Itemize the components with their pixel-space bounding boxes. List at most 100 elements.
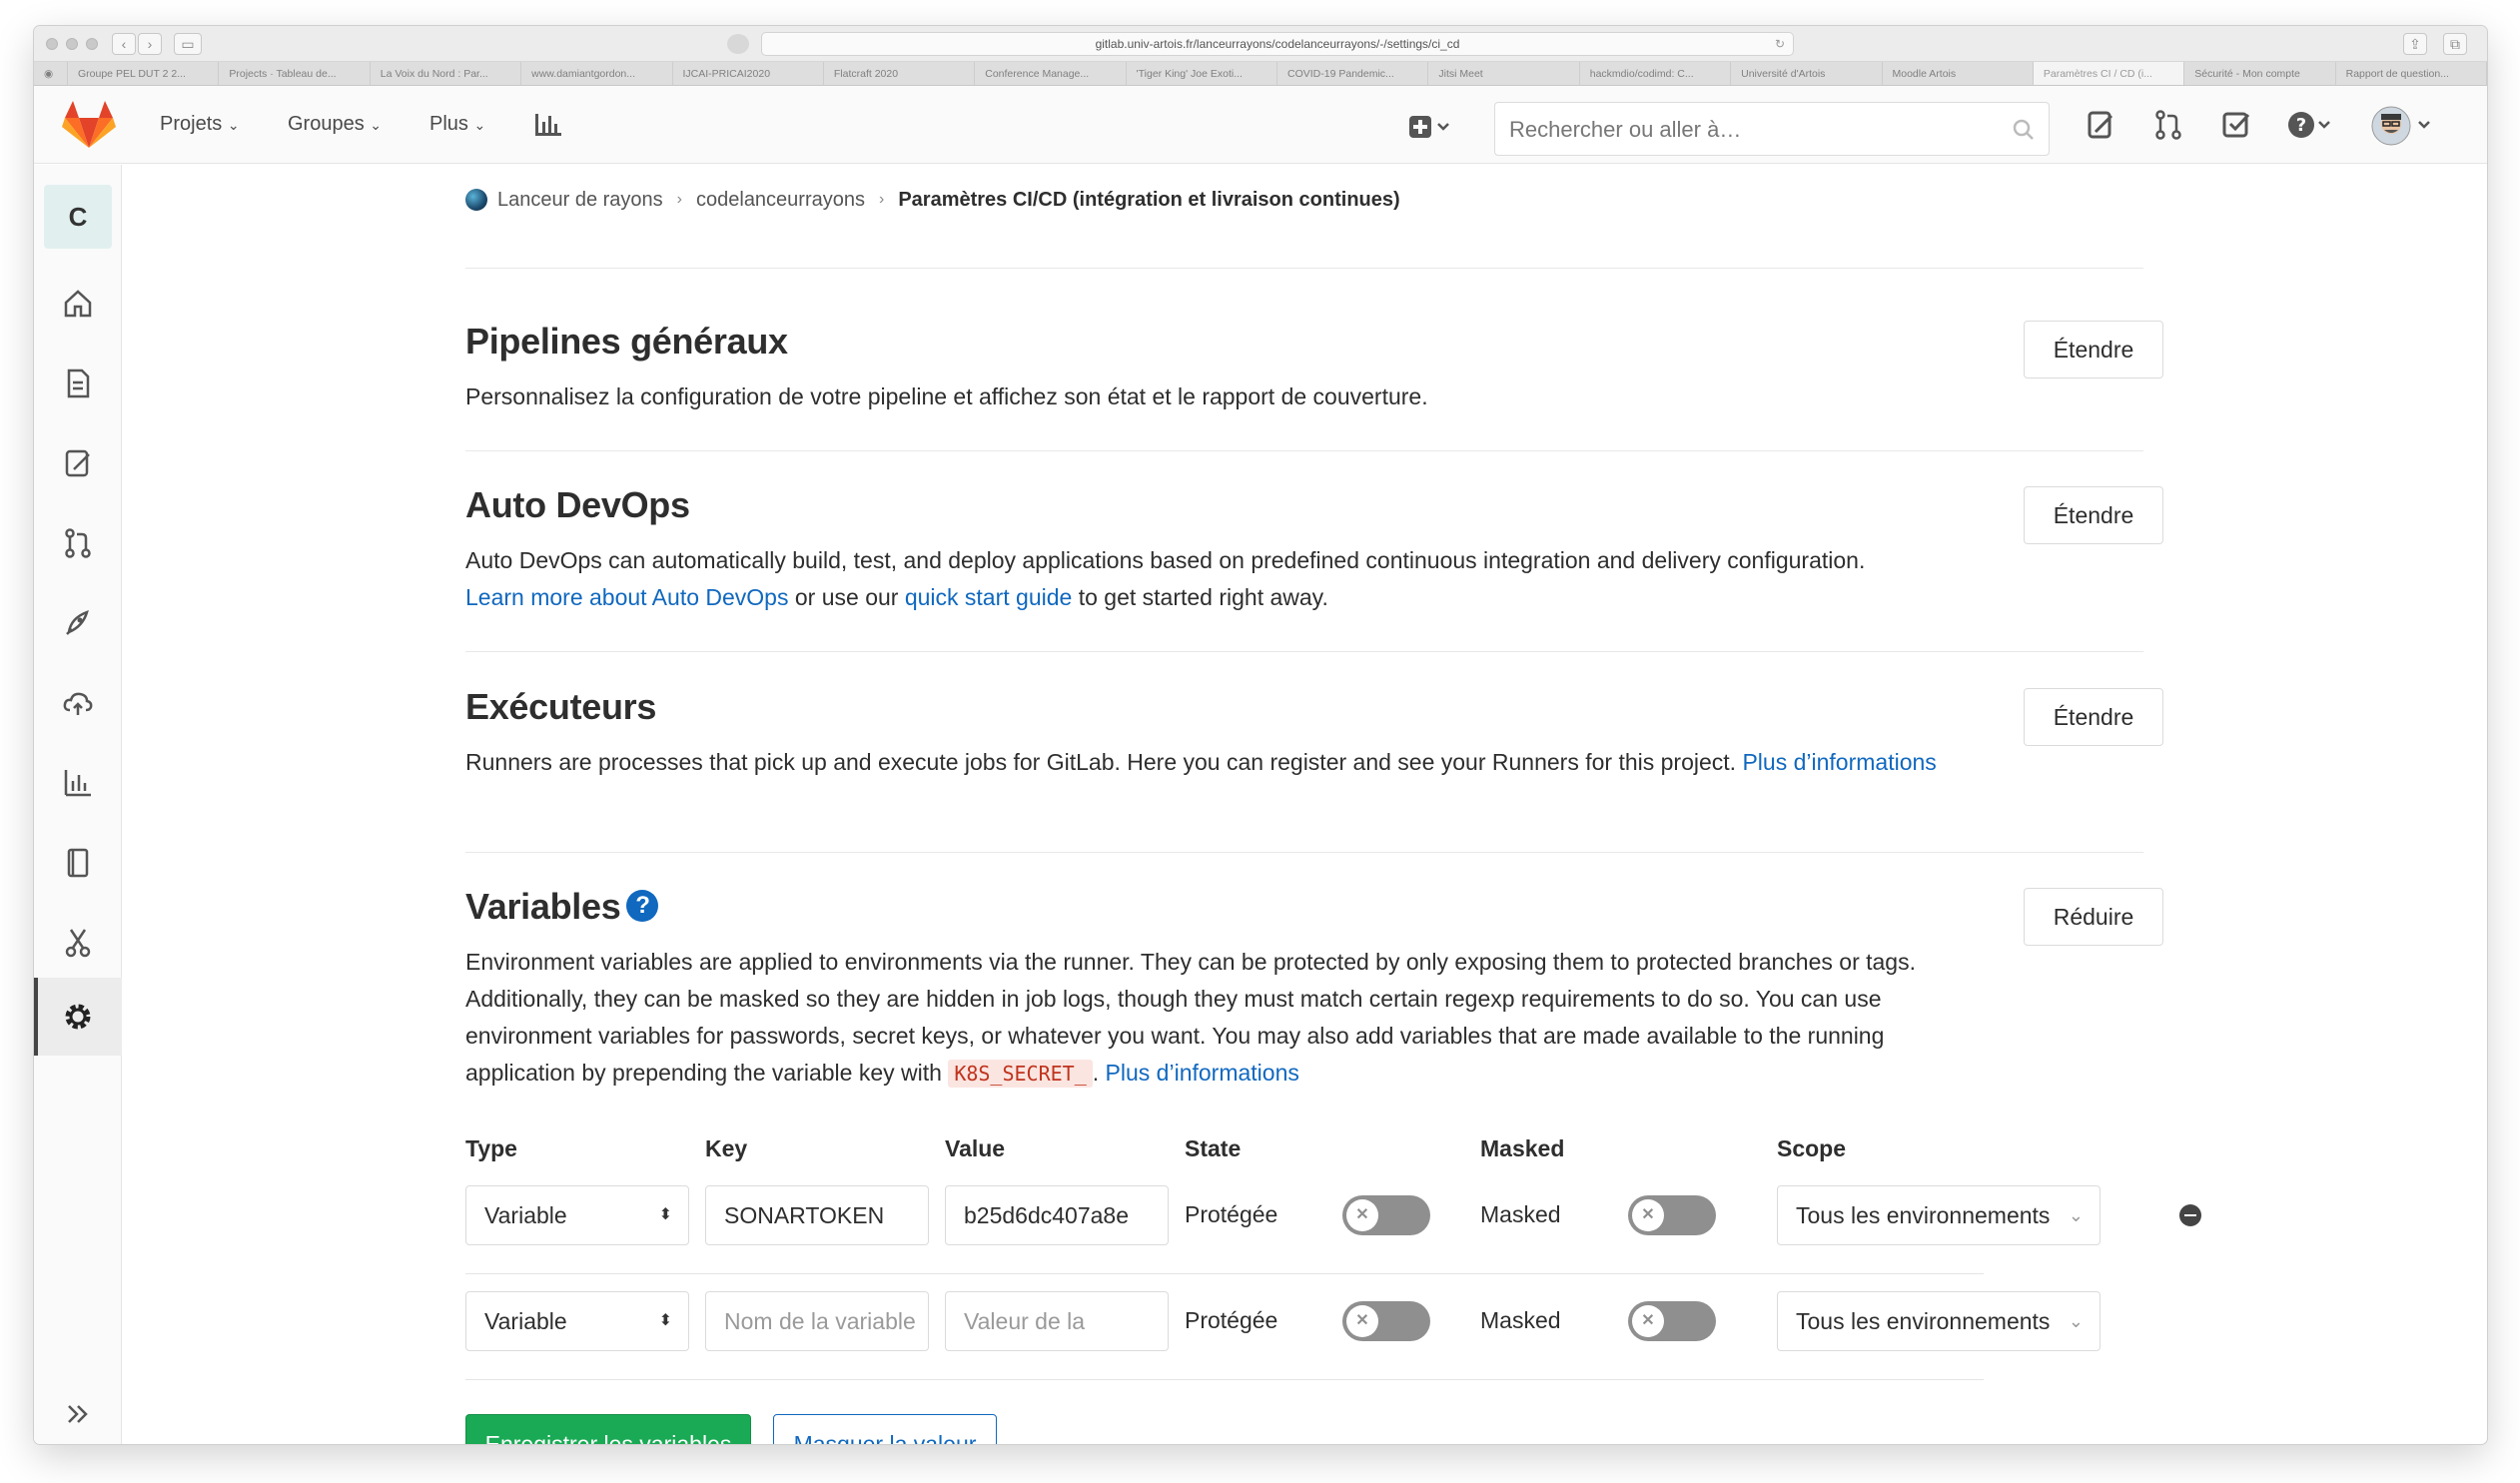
- browser-tab[interactable]: Conference Manage...: [975, 62, 1127, 85]
- variable-value-textarea[interactable]: b25d6dc407a8e: [945, 1185, 1169, 1245]
- tabs-overview-icon[interactable]: ⧉: [2443, 33, 2467, 55]
- collapse-sidebar-icon[interactable]: [61, 1397, 95, 1431]
- new-protected-toggle[interactable]: ✕: [1342, 1301, 1430, 1341]
- wiki-book-icon[interactable]: [61, 846, 95, 880]
- section-desc-pipelines: Personnalisez la configuration de votre …: [465, 383, 1428, 409]
- browser-tab[interactable]: COVID-19 Pandemic...: [1277, 62, 1429, 85]
- new-item-plus-icon[interactable]: [1408, 114, 1452, 140]
- section-desc-runners: Runners are processes that pick up and e…: [465, 744, 1944, 781]
- toggle-off-x-icon: ✕: [1346, 1305, 1378, 1337]
- sidebar-toggle-icon[interactable]: ▭: [174, 33, 202, 55]
- browser-tab[interactable]: 'Tiger King' Joe Exoti...: [1127, 62, 1277, 85]
- search-input[interactable]: Rechercher ou aller à…: [1494, 102, 2050, 156]
- variable-type-value: Variable: [484, 1202, 567, 1228]
- new-variable-value-textarea[interactable]: Valeur de la: [945, 1291, 1169, 1351]
- merge-requests-sidebar-icon[interactable]: [61, 526, 95, 560]
- chevron-right-icon: ›: [879, 191, 885, 208]
- browser-tab[interactable]: Jitsi Meet: [1428, 62, 1580, 85]
- expand-autodevops-button[interactable]: Étendre: [2024, 486, 2163, 544]
- new-masked-toggle[interactable]: ✕: [1628, 1301, 1716, 1341]
- masked-toggle[interactable]: ✕: [1628, 1195, 1716, 1235]
- row-divider: [465, 1273, 1984, 1274]
- project-avatar[interactable]: C: [44, 185, 112, 249]
- operations-cloud-icon[interactable]: [61, 686, 95, 720]
- new-scope-value: Tous les environnements: [1796, 1308, 2051, 1334]
- browser-tab[interactable]: Projects · Tableau de...: [219, 62, 371, 85]
- close-window-button[interactable]: [46, 38, 58, 50]
- nav-more[interactable]: Plus ⌄: [429, 113, 485, 136]
- protected-toggle[interactable]: ✕: [1342, 1195, 1430, 1235]
- address-bar[interactable]: gitlab.univ-artois.fr/lanceurrayons/code…: [761, 32, 1794, 56]
- divider: [465, 268, 2143, 269]
- value-placeholder: Valeur de la: [964, 1308, 1086, 1334]
- browser-tab[interactable]: Rapport de question...: [2336, 62, 2487, 85]
- back-button[interactable]: ‹: [112, 33, 136, 55]
- share-icon[interactable]: ⇪: [2403, 33, 2427, 55]
- variables-more-info-link[interactable]: Plus d’informations: [1106, 1060, 1299, 1086]
- chevron-down-icon: ⌄: [2068, 1205, 2084, 1225]
- save-variables-button[interactable]: Enregistrer les variables: [465, 1414, 751, 1444]
- help-dropdown-icon[interactable]: ?: [2287, 110, 2333, 140]
- search-placeholder: Rechercher ou aller à…: [1509, 117, 1742, 142]
- chevron-down-icon: ⌄: [370, 117, 383, 133]
- expand-pipelines-button[interactable]: Étendre: [2024, 321, 2163, 378]
- new-environment-scope-dropdown[interactable]: Tous les environnements ⌄: [1777, 1291, 2100, 1351]
- breadcrumb-group-link[interactable]: Lanceur de rayons: [497, 189, 663, 212]
- merge-requests-icon[interactable]: [2151, 108, 2185, 142]
- breadcrumb: Lanceur de rayons › codelanceurrayons › …: [465, 185, 1400, 215]
- todos-icon[interactable]: [2219, 108, 2253, 142]
- new-variable-type-select[interactable]: Variable ⬍: [465, 1291, 689, 1351]
- expand-runners-button[interactable]: Étendre: [2024, 688, 2163, 746]
- section-title-variables: Variables?: [465, 886, 659, 928]
- environment-scope-dropdown[interactable]: Tous les environnements ⌄: [1777, 1185, 2100, 1245]
- svg-text:?: ?: [2296, 115, 2306, 136]
- nav-projects[interactable]: Projets ⌄: [160, 113, 240, 136]
- ci-cd-rocket-icon[interactable]: [61, 606, 95, 640]
- browser-tab[interactable]: www.damiantgordon...: [521, 62, 673, 85]
- variables-help-icon[interactable]: ?: [626, 890, 659, 923]
- browser-tab[interactable]: Moodle Artois: [1883, 62, 2034, 85]
- gitlab-logo-icon[interactable]: [62, 100, 116, 150]
- snippets-scissors-icon[interactable]: [61, 926, 95, 960]
- browser-tab[interactable]: Flatcraft 2020: [824, 62, 976, 85]
- user-avatar-icon[interactable]: [2371, 106, 2441, 146]
- variable-type-select[interactable]: Variable ⬍: [465, 1185, 689, 1245]
- site-settings-icon[interactable]: [727, 34, 749, 54]
- issues-sidebar-icon[interactable]: [61, 446, 95, 480]
- analytics-chart-icon[interactable]: [61, 766, 95, 800]
- new-variable-key-input[interactable]: Nom de la variable: [705, 1291, 929, 1351]
- browser-tab[interactable]: hackmdio/codimd: C...: [1580, 62, 1732, 85]
- settings-sidebar-item[interactable]: [34, 978, 122, 1056]
- col-header-masked: Masked: [1480, 1135, 1565, 1161]
- remove-variable-icon[interactable]: [2179, 1204, 2201, 1226]
- mask-value-button[interactable]: Masquer la valeur: [773, 1414, 997, 1444]
- runners-more-info-link[interactable]: Plus d’informations: [1742, 749, 1936, 775]
- quick-start-guide-link[interactable]: quick start guide: [905, 584, 1072, 610]
- browser-window: ‹ › ▭ gitlab.univ-artois.fr/lanceurrayon…: [34, 26, 2487, 1444]
- browser-tab[interactable]: La Voix du Nord : Par...: [371, 62, 522, 85]
- breadcrumb-project-link[interactable]: codelanceurrayons: [696, 189, 865, 212]
- variable-value-text: b25d6dc407a8e: [964, 1202, 1129, 1228]
- browser-tab[interactable]: IJCAI-PRICAI2020: [673, 62, 824, 85]
- zoom-window-button[interactable]: [86, 38, 98, 50]
- nav-groups-label: Groupes: [288, 113, 365, 135]
- browser-tab[interactable]: Sécurité - Mon compte: [2184, 62, 2336, 85]
- row-divider: [465, 1379, 1984, 1380]
- select-updown-icon: ⬍: [658, 1312, 672, 1329]
- learn-more-autodevops-link[interactable]: Learn more about Auto DevOps: [465, 584, 788, 610]
- repository-icon[interactable]: [61, 367, 95, 400]
- collapse-variables-button[interactable]: Réduire: [2024, 888, 2163, 946]
- browser-tab[interactable]: Paramètres CI / CD (i...: [2033, 62, 2185, 85]
- issues-icon[interactable]: [2084, 108, 2117, 142]
- forward-button[interactable]: ›: [138, 33, 162, 55]
- variable-key-input[interactable]: SONARTOKEN: [705, 1185, 929, 1245]
- activity-chart-icon[interactable]: [533, 110, 563, 140]
- project-overview-icon[interactable]: [61, 287, 95, 321]
- reload-icon[interactable]: ↻: [1775, 33, 1785, 55]
- minimize-window-button[interactable]: [66, 38, 78, 50]
- nav-groups[interactable]: Groupes ⌄: [288, 113, 382, 136]
- browser-tab[interactable]: Université d'Artois: [1731, 62, 1883, 85]
- k8s-secret-code: K8S_SECRET_: [948, 1060, 1093, 1088]
- github-tab-icon[interactable]: ◉: [34, 62, 68, 85]
- browser-tab[interactable]: Groupe PEL DUT 2 2...: [68, 62, 220, 85]
